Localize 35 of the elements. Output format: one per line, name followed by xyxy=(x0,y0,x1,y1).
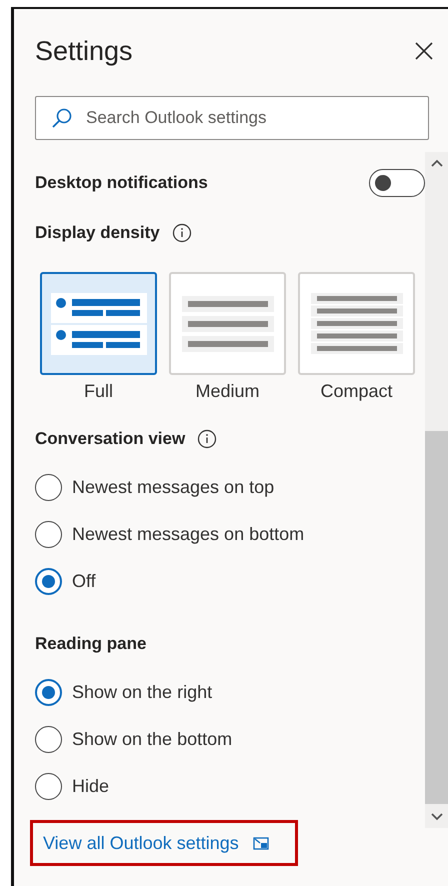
radio-label: Hide xyxy=(72,776,110,797)
radio-label: Newest messages on top xyxy=(72,477,274,498)
view-all-settings-link[interactable]: View all Outlook settings xyxy=(30,820,298,866)
compact-density-preview-icon xyxy=(310,292,402,354)
radio-label: Off xyxy=(72,571,96,592)
section-heading: Desktop notifications xyxy=(35,173,208,193)
density-option-card[interactable] xyxy=(40,272,157,375)
scrollbar-thumb[interactable] xyxy=(425,431,448,804)
radio-button[interactable] xyxy=(35,521,62,548)
info-icon[interactable] xyxy=(197,429,218,449)
density-option-label: Full xyxy=(84,381,113,402)
radio-label: Show on the bottom xyxy=(72,729,232,750)
radio-label: Show on the right xyxy=(72,682,212,703)
scroll-down-icon[interactable] xyxy=(430,813,442,821)
section-heading: Conversation view xyxy=(35,429,186,449)
radio-button[interactable] xyxy=(35,679,62,706)
search-field[interactable]: Search Outlook settings xyxy=(35,96,429,140)
medium-density-preview-icon xyxy=(182,296,274,352)
scrollbar[interactable] xyxy=(425,152,448,828)
panel-title: Settings xyxy=(35,36,133,66)
section-heading: Reading pane xyxy=(35,634,146,654)
info-icon[interactable] xyxy=(172,223,192,243)
full-density-preview-icon xyxy=(50,292,146,354)
radio-label: Newest messages on bottom xyxy=(72,524,304,545)
popout-icon xyxy=(252,836,269,850)
radio-button[interactable] xyxy=(35,568,62,595)
radio-button[interactable] xyxy=(35,474,62,501)
scroll-up-icon[interactable] xyxy=(430,159,442,167)
radio-button[interactable] xyxy=(35,726,62,753)
search-icon xyxy=(51,107,73,129)
section-heading: Display density xyxy=(35,223,160,243)
toggle-switch[interactable] xyxy=(369,169,425,197)
density-option-label: Medium xyxy=(195,381,260,402)
radio-button[interactable] xyxy=(35,773,62,800)
density-option-label: Compact xyxy=(320,381,393,402)
